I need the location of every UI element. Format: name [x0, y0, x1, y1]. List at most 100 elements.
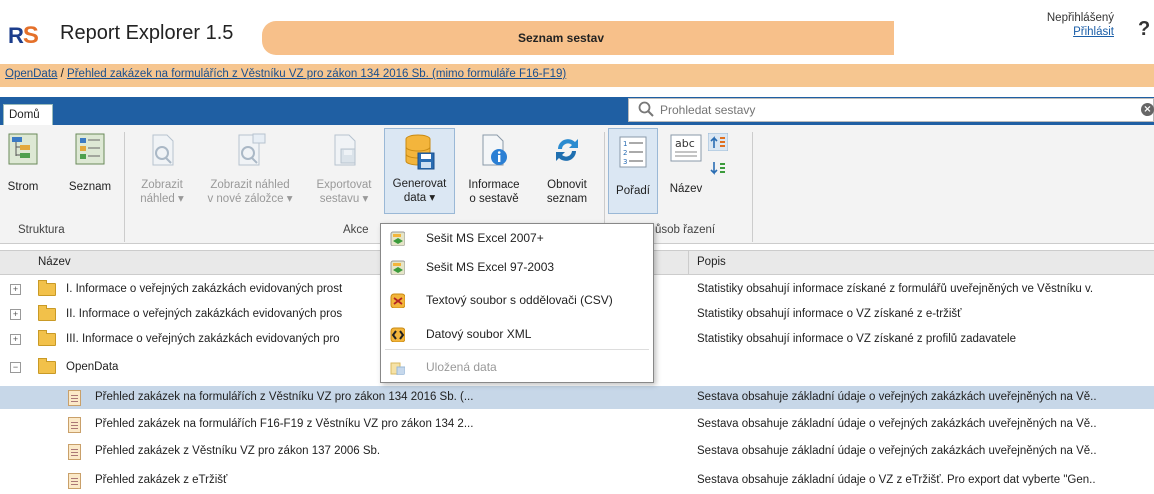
menu-item-excel-2007[interactable]: Sešit MS Excel 2007+ — [385, 226, 649, 252]
column-header-description[interactable]: Popis — [697, 256, 726, 268]
text-abc-icon: abc — [670, 134, 702, 162]
page-heading: Seznam sestav — [517, 31, 605, 45]
preview-new-tab-icon — [238, 133, 266, 166]
saved-data-icon — [390, 362, 405, 375]
preview-label-1: Zobrazit — [141, 179, 183, 191]
expand-icon[interactable]: + — [10, 309, 21, 320]
report-row[interactable]: Přehled zakázek z Věstníku VZ pro zákon … — [0, 440, 1154, 463]
app-title: Report Explorer 1.5 — [60, 22, 234, 44]
refresh-list-button[interactable]: Obnovit seznam — [536, 133, 598, 206]
row-description: Sestava obsahuje základní údaje o veřejn… — [697, 445, 1097, 457]
clear-search-icon[interactable]: × — [1141, 103, 1154, 116]
generate-data-label-1: Generovat — [392, 178, 447, 190]
menu-item-xml[interactable]: Datový soubor XML — [385, 322, 649, 348]
preview-label-2: náhled ▾ — [140, 193, 184, 205]
row-name: II. Informace o veřejných zakázkách evid… — [66, 308, 343, 320]
row-name: OpenData — [66, 361, 119, 373]
folder-icon — [38, 358, 56, 374]
search-icon — [638, 101, 654, 117]
csv-icon — [390, 293, 405, 308]
numbered-list-icon: 1 2 3 — [619, 136, 647, 168]
tree-view-label: Strom — [7, 181, 39, 193]
refresh-label-1: Obnovit — [547, 179, 587, 191]
ribbon-separator — [124, 132, 125, 242]
menu-item-excel-97[interactable]: Sešit MS Excel 97-2003 — [385, 255, 649, 281]
sort-order-button[interactable]: 1 2 3 Pořadí — [608, 128, 658, 214]
group-label-akce: Akce — [343, 224, 369, 236]
row-name: Přehled zakázek z Věstníku VZ pro zákon … — [95, 445, 381, 457]
group-label-razeni: ůsob řazení — [655, 224, 716, 236]
excel-icon — [390, 260, 405, 275]
tree-view-button[interactable]: Strom — [4, 133, 42, 194]
refresh-icon — [556, 139, 578, 161]
report-info-button[interactable]: Informace o sestavě — [460, 133, 528, 206]
help-button[interactable]: ? — [1138, 18, 1150, 41]
database-save-icon — [405, 134, 434, 170]
row-description: Sestava obsahuje základní údaje o VZ z e… — [697, 474, 1096, 486]
menu-item-label: Datový soubor XML — [426, 327, 532, 341]
breadcrumb-link-root[interactable]: OpenData — [5, 68, 57, 80]
sort-descending-icon[interactable] — [708, 160, 728, 178]
menu-separator — [385, 349, 649, 350]
sort-by-name-label: Název — [669, 183, 703, 195]
generate-data-label-2: data ▾ — [403, 192, 436, 204]
report-row[interactable]: Přehled zakázek na formulářích z Věstník… — [0, 386, 1154, 409]
report-row[interactable]: Přehled zakázek na formulářích F16-F19 z… — [0, 413, 1154, 436]
folder-icon — [38, 280, 56, 296]
title-bar-end — [860, 21, 894, 55]
group-label-struktura: Struktura — [18, 224, 65, 236]
list-view-icon — [75, 133, 105, 165]
row-description: Sestava obsahuje základní údaje o veřejn… — [697, 391, 1097, 403]
menu-item-label: Sešit MS Excel 2007+ — [426, 231, 544, 245]
export-report-button[interactable]: Exportovat sestavu ▾ — [310, 133, 378, 206]
search-input[interactable] — [660, 101, 1130, 119]
logo-letter-r: R — [8, 23, 24, 48]
ribbon-separator — [752, 132, 753, 242]
excel-icon — [390, 231, 405, 246]
report-icon — [68, 473, 81, 489]
report-row[interactable]: Přehled zakázek z eTržišť Sestava obsahuj… — [0, 469, 1154, 492]
generate-data-button[interactable]: Generovat data ▾ — [384, 128, 455, 214]
folder-icon — [38, 330, 56, 346]
app-logo: RS — [8, 22, 39, 50]
expand-icon[interactable]: + — [10, 334, 21, 345]
row-name: Přehled zakázek z eTržišť — [95, 474, 228, 486]
sort-by-name-button[interactable]: abc Název — [664, 133, 708, 196]
column-divider — [688, 251, 689, 274]
login-link[interactable]: Přihlásit — [1010, 26, 1114, 38]
preview-button[interactable]: Zobrazit náhled ▾ — [134, 133, 190, 206]
menu-item-label: Textový soubor s oddělovači (CSV) — [426, 293, 613, 307]
row-description: Statistiky obsahují informace získané z … — [697, 283, 1094, 295]
breadcrumb-separator: / — [60, 68, 64, 80]
report-icon — [68, 417, 81, 433]
export-icon — [334, 134, 356, 166]
preview-new-tab-label-2: v nové záložce ▾ — [207, 193, 293, 205]
svg-text:2: 2 — [623, 149, 627, 157]
breadcrumb-link-current[interactable]: Přehled zakázek na formulářích z Věstník… — [67, 68, 566, 80]
report-info-icon — [482, 134, 507, 166]
menu-item-saved-data[interactable]: Uložená data — [385, 355, 649, 381]
user-status: Nepřihlášený — [1046, 12, 1114, 24]
folder-icon — [38, 305, 56, 321]
column-header-name[interactable]: Název — [38, 256, 71, 268]
logo-letter-s: S — [22, 22, 39, 49]
menu-item-label: Sešit MS Excel 97-2003 — [426, 260, 555, 274]
export-label-1: Exportovat — [316, 179, 372, 191]
row-description: Statistiky obsahují informace o VZ získa… — [697, 333, 1016, 345]
expand-icon[interactable]: + — [10, 284, 21, 295]
report-icon — [68, 390, 81, 406]
collapse-icon[interactable]: − — [10, 362, 21, 373]
row-name: Přehled zakázek na formulářích z Věstník… — [95, 391, 474, 403]
row-description: Sestava obsahuje základní údaje o veřejn… — [697, 418, 1097, 430]
preview-new-tab-button[interactable]: Zobrazit náhled v nové záložce ▾ — [198, 133, 302, 206]
list-view-button[interactable]: Seznam — [64, 133, 116, 194]
sort-ascending-icon[interactable] — [708, 133, 728, 151]
refresh-label-2: seznam — [546, 193, 588, 205]
menu-item-csv[interactable]: Textový soubor s oddělovači (CSV) — [385, 288, 649, 314]
row-name: I. Informace o veřejných zakázkách evido… — [66, 283, 343, 295]
svg-text:1: 1 — [623, 140, 627, 148]
list-view-label: Seznam — [68, 181, 112, 193]
export-label-2: sestavu ▾ — [319, 193, 369, 205]
tab-home[interactable]: Domů — [3, 104, 53, 125]
svg-text:3: 3 — [623, 158, 627, 166]
